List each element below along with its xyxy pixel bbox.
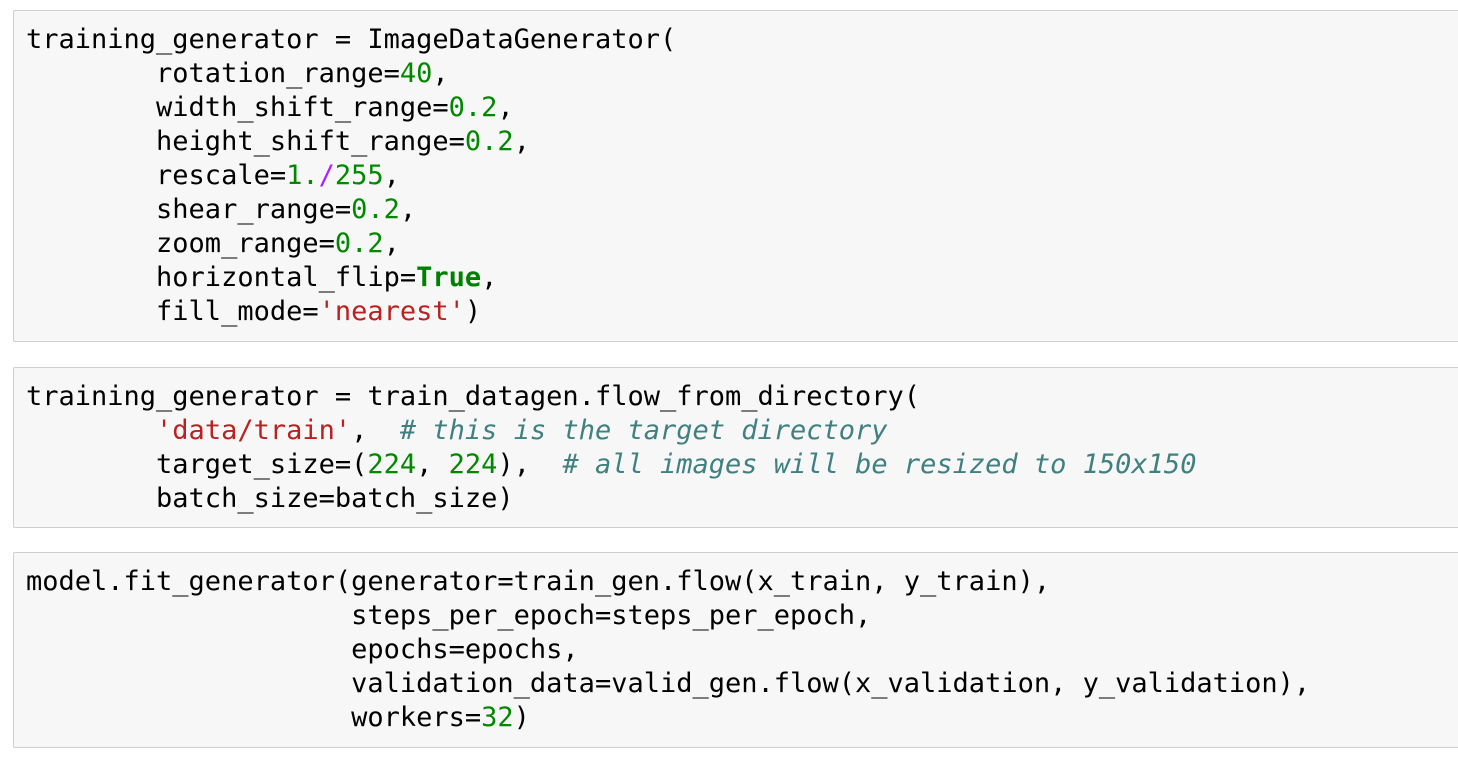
code-line: height_shift_range=0.2, [26, 125, 1458, 159]
code-text: , [416, 449, 449, 480]
code-line: rotation_range=40, [26, 57, 1458, 91]
code-line: zoom_range=0.2, [26, 227, 1458, 261]
number-literal: 0.2 [351, 194, 400, 225]
code-text: epochs=epochs, [26, 634, 579, 665]
code-line: model.fit_generator(generator=train_gen.… [26, 565, 1458, 599]
code-block[interactable]: training_generator = ImageDataGenerator(… [14, 11, 1458, 329]
string-literal: 'nearest' [318, 296, 465, 327]
number-literal: 0.2 [464, 126, 514, 157]
code-text: , [383, 228, 400, 259]
code-text: height_shift_range= [26, 126, 465, 157]
code-cell-fit-generator[interactable]: model.fit_generator(generator=train_gen.… [13, 552, 1458, 748]
comment: # this is the target directory [399, 415, 888, 446]
code-block[interactable]: model.fit_generator(generator=train_gen.… [14, 553, 1458, 735]
code-line: 'data/train', # this is the target direc… [26, 414, 1458, 448]
operator: / [318, 160, 335, 191]
code-line: rescale=1./255, [26, 159, 1458, 193]
code-text: , [351, 415, 400, 446]
code-text: horizontal_flip= [26, 262, 417, 293]
comment: # all images will be resized to 150x150 [562, 449, 1197, 480]
code-text: ) [464, 296, 482, 327]
number-literal: 224 [448, 449, 498, 480]
number-literal: 255 [334, 160, 384, 191]
code-text: fill_mode= [26, 296, 319, 327]
code-text: , [513, 126, 530, 157]
code-line: workers=32) [26, 701, 1458, 735]
code-text: , [399, 194, 417, 225]
number-literal: 224 [367, 449, 417, 480]
code-text: training_generator = ImageDataGenerator( [26, 24, 677, 55]
code-text: target_size=( [26, 449, 368, 480]
code-text: , [383, 160, 400, 191]
code-line: training_generator = train_datagen.flow_… [26, 380, 1458, 414]
string-literal: 'data/train' [156, 415, 352, 446]
code-line: epochs=epochs, [26, 633, 1458, 667]
code-line: training_generator = ImageDataGenerator( [26, 23, 1458, 57]
code-text: validation_data=valid_gen.flow(x_validat… [26, 668, 1311, 699]
code-line: validation_data=valid_gen.flow(x_validat… [26, 667, 1458, 701]
number-literal: 32 [481, 702, 514, 733]
code-line: width_shift_range=0.2, [26, 91, 1458, 125]
code-text: shear_range= [26, 194, 352, 225]
code-text: steps_per_epoch=steps_per_epoch, [26, 600, 872, 631]
code-text: training_generator = train_datagen.flow_… [26, 381, 921, 412]
number-literal: 0.2 [448, 92, 498, 123]
code-text: zoom_range= [26, 228, 335, 259]
code-line: steps_per_epoch=steps_per_epoch, [26, 599, 1458, 633]
keyword: True [416, 262, 482, 293]
code-text: model.fit_generator(generator=train_gen.… [26, 566, 1051, 597]
code-text: ), [497, 449, 563, 480]
code-cell-flow-from-directory[interactable]: training_generator = train_datagen.flow_… [13, 367, 1458, 528]
notebook: training_generator = ImageDataGenerator(… [0, 0, 1458, 770]
number-literal: 1. [286, 160, 319, 191]
code-block[interactable]: training_generator = train_datagen.flow_… [14, 368, 1458, 516]
number-literal: 0.2 [334, 228, 384, 259]
number-literal: 40 [399, 58, 433, 89]
code-text: rotation_range= [26, 58, 400, 89]
code-line: horizontal_flip=True, [26, 261, 1458, 295]
code-text: workers= [26, 702, 482, 733]
code-line: target_size=(224, 224), # all images wil… [26, 448, 1458, 482]
code-text: , [497, 92, 514, 123]
code-text: , [432, 58, 449, 89]
code-text: , [481, 262, 498, 293]
code-line: shear_range=0.2, [26, 193, 1458, 227]
code-text: ) [513, 702, 530, 733]
code-cell-image-data-generator[interactable]: training_generator = ImageDataGenerator(… [13, 10, 1458, 342]
code-text: rescale= [26, 160, 287, 191]
code-text: batch_size=batch_size) [26, 483, 514, 514]
code-text: width_shift_range= [26, 92, 449, 123]
code-line: batch_size=batch_size) [26, 482, 1458, 516]
code-line: fill_mode='nearest') [26, 295, 1458, 329]
